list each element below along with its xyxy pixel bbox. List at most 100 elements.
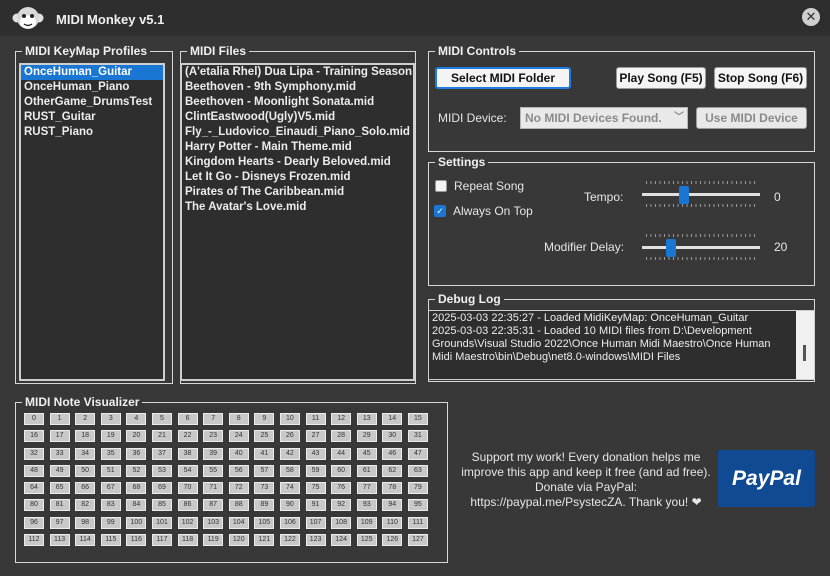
note-cell: 12: [331, 413, 352, 425]
note-cell: 78: [382, 482, 403, 495]
midi-file-list-item[interactable]: Beethoven - Moonlight Sonata.mid: [182, 95, 413, 110]
note-cell: 37: [151, 447, 172, 460]
settings-title: Settings: [438, 155, 486, 169]
note-cell: 36: [126, 447, 147, 460]
midi-file-list-item[interactable]: The Avatar's Love.mid: [182, 200, 413, 215]
note-cell: 81: [49, 499, 70, 512]
note-cell: 65: [49, 482, 70, 495]
midi-file-list-item[interactable]: Let It Go - Disneys Frozen.mid: [182, 170, 413, 185]
note-cell: 53: [151, 464, 172, 477]
note-cell: 121: [254, 534, 275, 547]
note-cell: 109: [356, 516, 377, 529]
note-cell: 27: [305, 430, 326, 443]
midi-file-list-item[interactable]: Fly_-_Ludovico_Einaudi_Piano_Solo.mid: [182, 125, 413, 140]
note-cell: 64: [24, 482, 44, 495]
note-cell: 52: [126, 464, 147, 477]
note-cell: 25: [254, 430, 275, 443]
repeat-song-label[interactable]: Repeat Song: [454, 179, 524, 193]
close-icon[interactable]: ✕: [802, 8, 820, 26]
tempo-slider[interactable]: [642, 181, 760, 207]
note-cell: 122: [279, 534, 300, 547]
note-cell: 28: [331, 430, 352, 443]
note-cell: 5: [151, 413, 172, 425]
note-cell: 50: [75, 464, 96, 477]
tempo-value: 0: [774, 190, 781, 204]
stop-song-button[interactable]: Stop Song (F6): [714, 67, 807, 89]
note-cell: 6: [177, 413, 198, 425]
midi-file-list-item[interactable]: Beethoven - 9th Symphony.mid: [182, 80, 413, 95]
note-cell: 82: [75, 499, 96, 512]
select-midi-folder-button[interactable]: Select MIDI Folder: [435, 67, 571, 89]
note-cell: 73: [254, 482, 275, 495]
note-cell: 89: [254, 499, 275, 512]
debug-log-scroll-thumb[interactable]: [803, 345, 806, 361]
note-cell: 44: [331, 447, 352, 460]
play-song-button[interactable]: Play Song (F5): [616, 67, 706, 89]
note-cell: 20: [126, 430, 147, 443]
profile-list-item[interactable]: OtherGame_DrumsTest: [21, 95, 163, 110]
note-cell: 74: [279, 482, 300, 495]
modifier-delay-slider[interactable]: [642, 234, 760, 260]
app-title: MIDI Monkey v5.1: [56, 12, 165, 27]
modifier-delay-label: Modifier Delay:: [544, 240, 625, 254]
profile-list-item[interactable]: OnceHuman_Piano: [21, 80, 163, 95]
note-cell: 83: [100, 499, 121, 512]
midi-file-list-item[interactable]: ClintEastwood(Ugly)V5.mid: [182, 110, 413, 125]
note-cell: 63: [407, 464, 428, 477]
note-cell: 60: [331, 464, 352, 477]
use-midi-device-button[interactable]: Use MIDI Device: [696, 107, 807, 129]
note-cell: 42: [279, 447, 300, 460]
tempo-slider-thumb[interactable]: [678, 186, 689, 204]
note-cell: 119: [203, 534, 224, 547]
note-cell: 40: [228, 447, 249, 460]
note-cell: 124: [331, 534, 352, 547]
debug-log-scrollbar[interactable]: [796, 311, 814, 379]
note-cell: 111: [407, 516, 428, 529]
profile-list-item[interactable]: RUST_Guitar: [21, 110, 163, 125]
note-cell: 7: [203, 413, 224, 425]
note-cell: 31: [407, 430, 428, 443]
note-cell: 93: [356, 499, 377, 512]
midi-file-list-item[interactable]: Harry Potter - Main Theme.mid: [182, 140, 413, 155]
note-cell: 14: [382, 413, 403, 425]
repeat-song-checkbox[interactable]: [435, 180, 447, 192]
note-cell: 43: [305, 447, 326, 460]
support-text: Support my work! Every donation helps me…: [461, 450, 711, 509]
note-cell: 116: [126, 534, 147, 547]
note-cell: 70: [177, 482, 198, 495]
note-cell: 117: [151, 534, 172, 547]
modifier-delay-value: 20: [774, 240, 788, 254]
note-cell: 72: [228, 482, 249, 495]
midi-file-list-item[interactable]: (A'etalia Rhel) Dua Lipa - Training Seas…: [182, 65, 413, 80]
note-cell: 108: [331, 516, 352, 529]
note-cell: 39: [203, 447, 224, 460]
always-on-top-checkbox[interactable]: ✓: [434, 205, 446, 217]
paypal-button[interactable]: PayPal: [718, 450, 815, 507]
settings-group: Settings: [428, 155, 815, 286]
note-cell: 57: [254, 464, 275, 477]
note-cell: 96: [24, 516, 44, 529]
note-cell: 22: [177, 430, 198, 443]
modifier-delay-slider-thumb[interactable]: [665, 239, 676, 257]
midi-file-list-item[interactable]: Kingdom Hearts - Dearly Beloved.mid: [182, 155, 413, 170]
paypal-logo: PayPal: [732, 467, 801, 490]
debug-log-text[interactable]: 2025-03-03 22:35:27 - Loaded MidiKeyMap:…: [428, 310, 815, 380]
chevron-down-icon: ﹀: [674, 112, 684, 123]
always-on-top-label[interactable]: Always On Top: [453, 204, 533, 218]
profile-list-item[interactable]: OnceHuman_Guitar: [21, 65, 163, 80]
note-cell: 123: [305, 534, 326, 547]
note-cell: 4: [126, 413, 147, 425]
profiles-list[interactable]: OnceHuman_Guitar OnceHuman_Piano OtherGame…: [19, 63, 165, 381]
note-cell: 110: [382, 516, 403, 529]
files-list[interactable]: (A'etalia Rhel) Dua Lipa - Training Seas…: [180, 63, 415, 381]
note-cell: 15: [407, 413, 428, 425]
note-cell: 66: [75, 482, 96, 495]
profile-list-item[interactable]: RUST_Piano: [21, 125, 163, 140]
visualizer-title: MIDI Note Visualizer: [25, 395, 140, 409]
note-cell: 46: [382, 447, 403, 460]
midi-file-list-item[interactable]: Pirates of The Caribbean.mid: [182, 185, 413, 200]
note-cell: 112: [24, 534, 44, 547]
note-cell: 88: [228, 499, 249, 512]
note-cell: 125: [356, 534, 377, 547]
midi-device-select[interactable]: No MIDI Devices Found. ﹀: [520, 107, 688, 129]
